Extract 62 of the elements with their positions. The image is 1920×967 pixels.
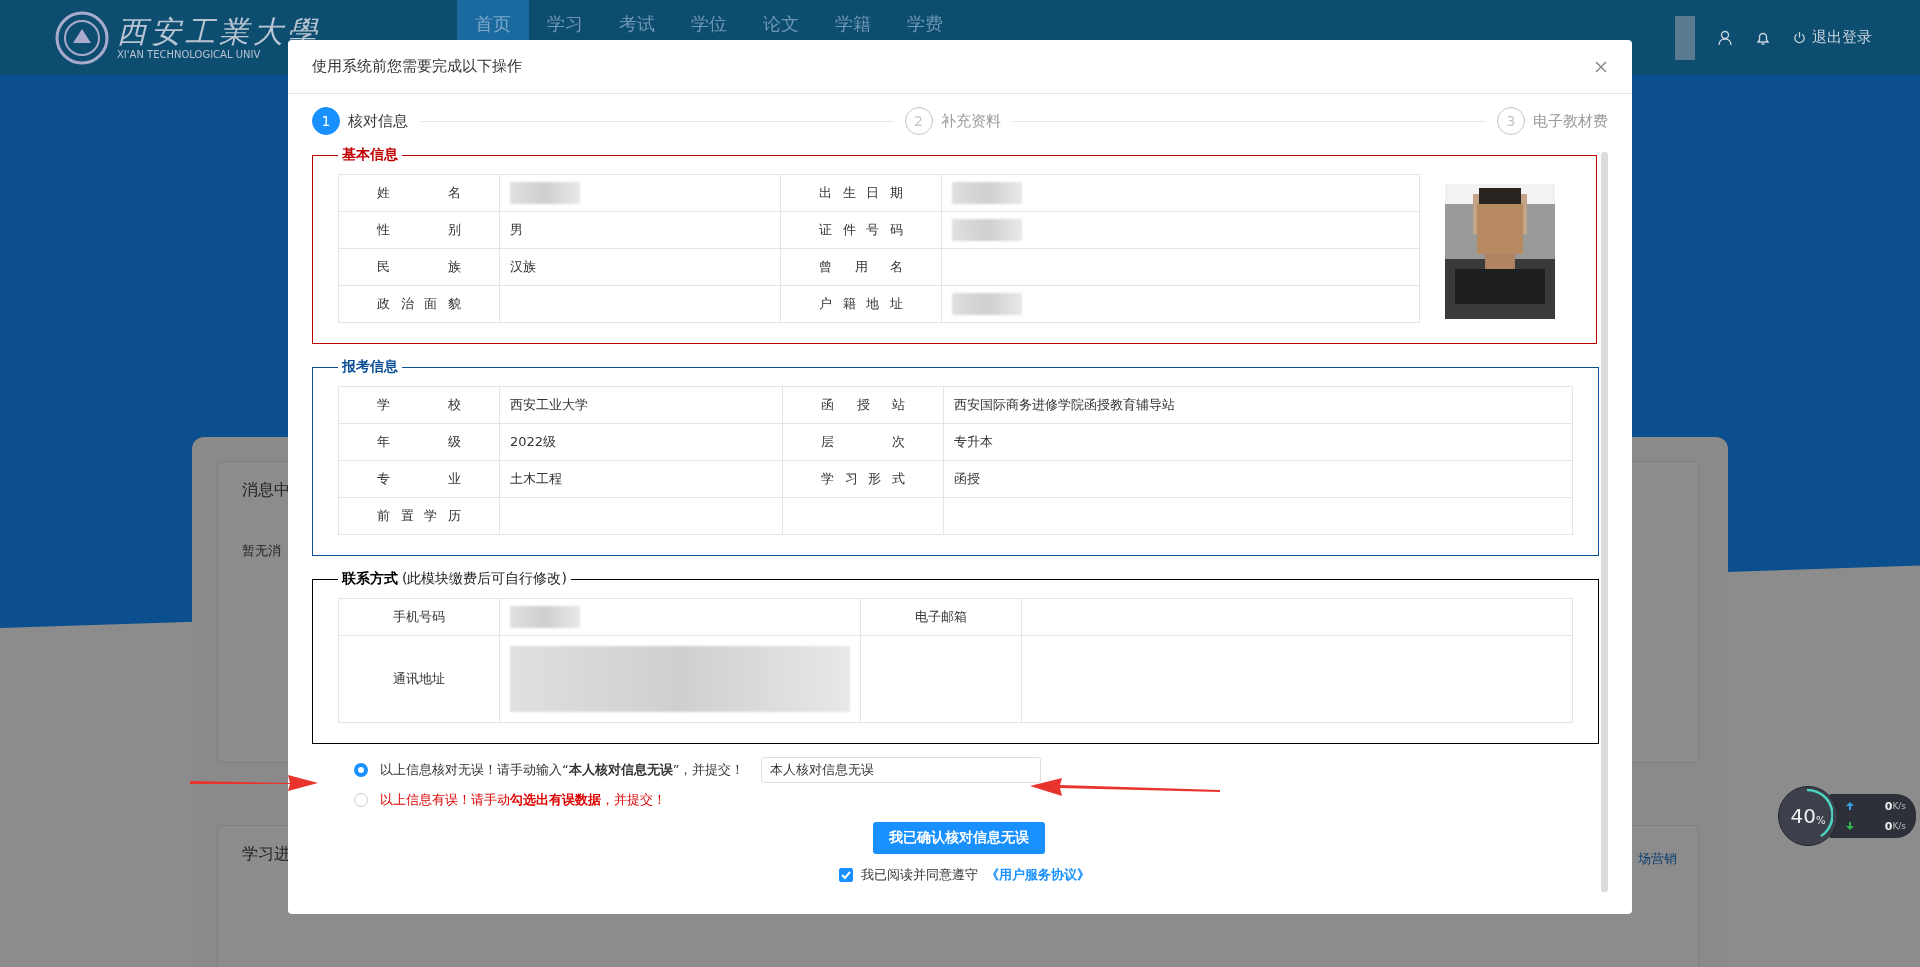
major-link[interactable]: 场营销 (1638, 850, 1677, 868)
field-value: 汉族 (510, 259, 536, 274)
card-text: 暂无消 (242, 542, 281, 560)
upload-speed: 0 (1884, 799, 1893, 813)
field-value: 西安国际商务进修学院函授教育辅导站 (954, 397, 1175, 412)
upload-arrow-icon (1846, 802, 1854, 810)
field-label: 曾用名 (819, 258, 903, 276)
section-title: 报考信息 (342, 358, 398, 374)
field-label: 民族 (377, 258, 461, 276)
field-label: 通讯地址 (393, 670, 445, 688)
step-label: 电子教材费 (1533, 111, 1608, 131)
emblem-icon (55, 10, 109, 65)
field-value: 土木工程 (510, 471, 562, 486)
field-label: 专业 (377, 470, 461, 488)
user-icon[interactable] (1717, 29, 1733, 46)
card-title: 学习进 (242, 844, 290, 865)
field-label: 函授站 (821, 396, 905, 414)
download-speed: 0 (1884, 819, 1893, 833)
close-icon[interactable] (1594, 59, 1608, 74)
section-note: (此模块缴费后可自行修改) (402, 570, 567, 586)
confirm-input-field[interactable]: 本人核对信息无误 (760, 757, 1041, 783)
percent-sign: % (1815, 814, 1826, 826)
field-label: 前置学历 (377, 507, 461, 525)
scrollbar[interactable] (1601, 152, 1608, 892)
step-label: 核对信息 (348, 111, 408, 131)
logout-link[interactable]: 退出登录 (1793, 28, 1872, 47)
field-value: 函授 (954, 471, 980, 486)
confirm-button[interactable]: 我已确认核对信息无误 (872, 822, 1045, 854)
section-title: 基本信息 (342, 146, 398, 162)
option-text: 以上信息核对无误！请手动输入“本人核对信息无误”，并提交！ (380, 761, 745, 779)
agreement-checkbox[interactable] (839, 868, 853, 882)
option-text: 以上信息有误！请手动勾选出有误数据，并提交！ (380, 791, 666, 809)
field-label: 性别 (377, 221, 461, 239)
field-label: 政治面貌 (377, 295, 461, 313)
field-value: 2022级 (510, 434, 557, 449)
agreement-link[interactable]: 《用户服务协议》 (986, 866, 1090, 884)
avatar-blurred (1675, 15, 1695, 60)
field-label: 学习形式 (821, 470, 905, 488)
university-subtitle: XI'AN TECHNOLOGICAL UNIV (117, 49, 262, 60)
field-value: 男 (510, 222, 523, 237)
agreement-text: 我已阅读并同意遵守 (861, 866, 978, 884)
field-label: 姓名 (377, 184, 461, 202)
field-label: 户籍地址 (819, 295, 903, 313)
gauge-percent: 40 (1790, 804, 1816, 828)
field-label: 电子邮箱 (915, 608, 967, 626)
section-title: 联系方式 (342, 570, 398, 586)
power-icon (1793, 31, 1806, 44)
speed-unit: K/s (1892, 801, 1906, 811)
field-label: 层次 (821, 433, 905, 451)
download-arrow-icon (1846, 822, 1854, 830)
radio-button[interactable] (354, 763, 368, 777)
step-label: 补充资料 (940, 111, 1001, 131)
speed-unit: K/s (1892, 821, 1906, 831)
field-label: 年级 (377, 433, 461, 451)
field-label: 出生日期 (819, 184, 903, 202)
field-value: 专升本 (954, 434, 993, 449)
field-label: 学校 (377, 396, 461, 414)
step-number: 1 (312, 107, 340, 135)
field-label: 证件号码 (819, 221, 903, 239)
field-label: 手机号码 (393, 608, 445, 626)
field-value: 西安工业大学 (510, 397, 588, 412)
card-title: 消息中 (242, 480, 290, 501)
